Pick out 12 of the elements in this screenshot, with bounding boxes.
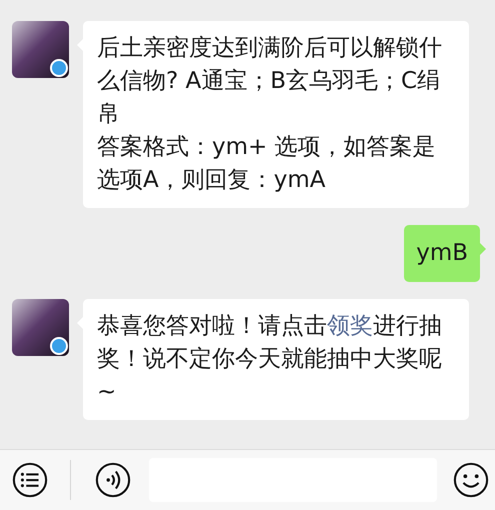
message-text: 恭喜您答对啦！请点击领奖进行抽奖！说不定你今天就能抽中大奖呢~ xyxy=(97,312,443,407)
reward-link[interactable]: 领奖 xyxy=(327,313,373,339)
avatar-image[interactable] xyxy=(12,299,69,356)
emoji-icon[interactable] xyxy=(453,462,489,498)
avatar-image[interactable] xyxy=(12,21,69,78)
badge-icon xyxy=(50,337,68,355)
voice-icon[interactable] xyxy=(94,462,131,498)
menu-icon[interactable] xyxy=(12,462,48,498)
badge-icon xyxy=(50,59,68,77)
message-text: ymB xyxy=(416,239,468,268)
message-text: 后土亲密度达到满阶后可以解锁什么信物? A通宝；B玄乌羽毛；C绢帛 xyxy=(97,34,443,129)
message-text: 答案格式：ym+ 选项，如答案是选项A，则回复：ymA xyxy=(97,133,437,195)
